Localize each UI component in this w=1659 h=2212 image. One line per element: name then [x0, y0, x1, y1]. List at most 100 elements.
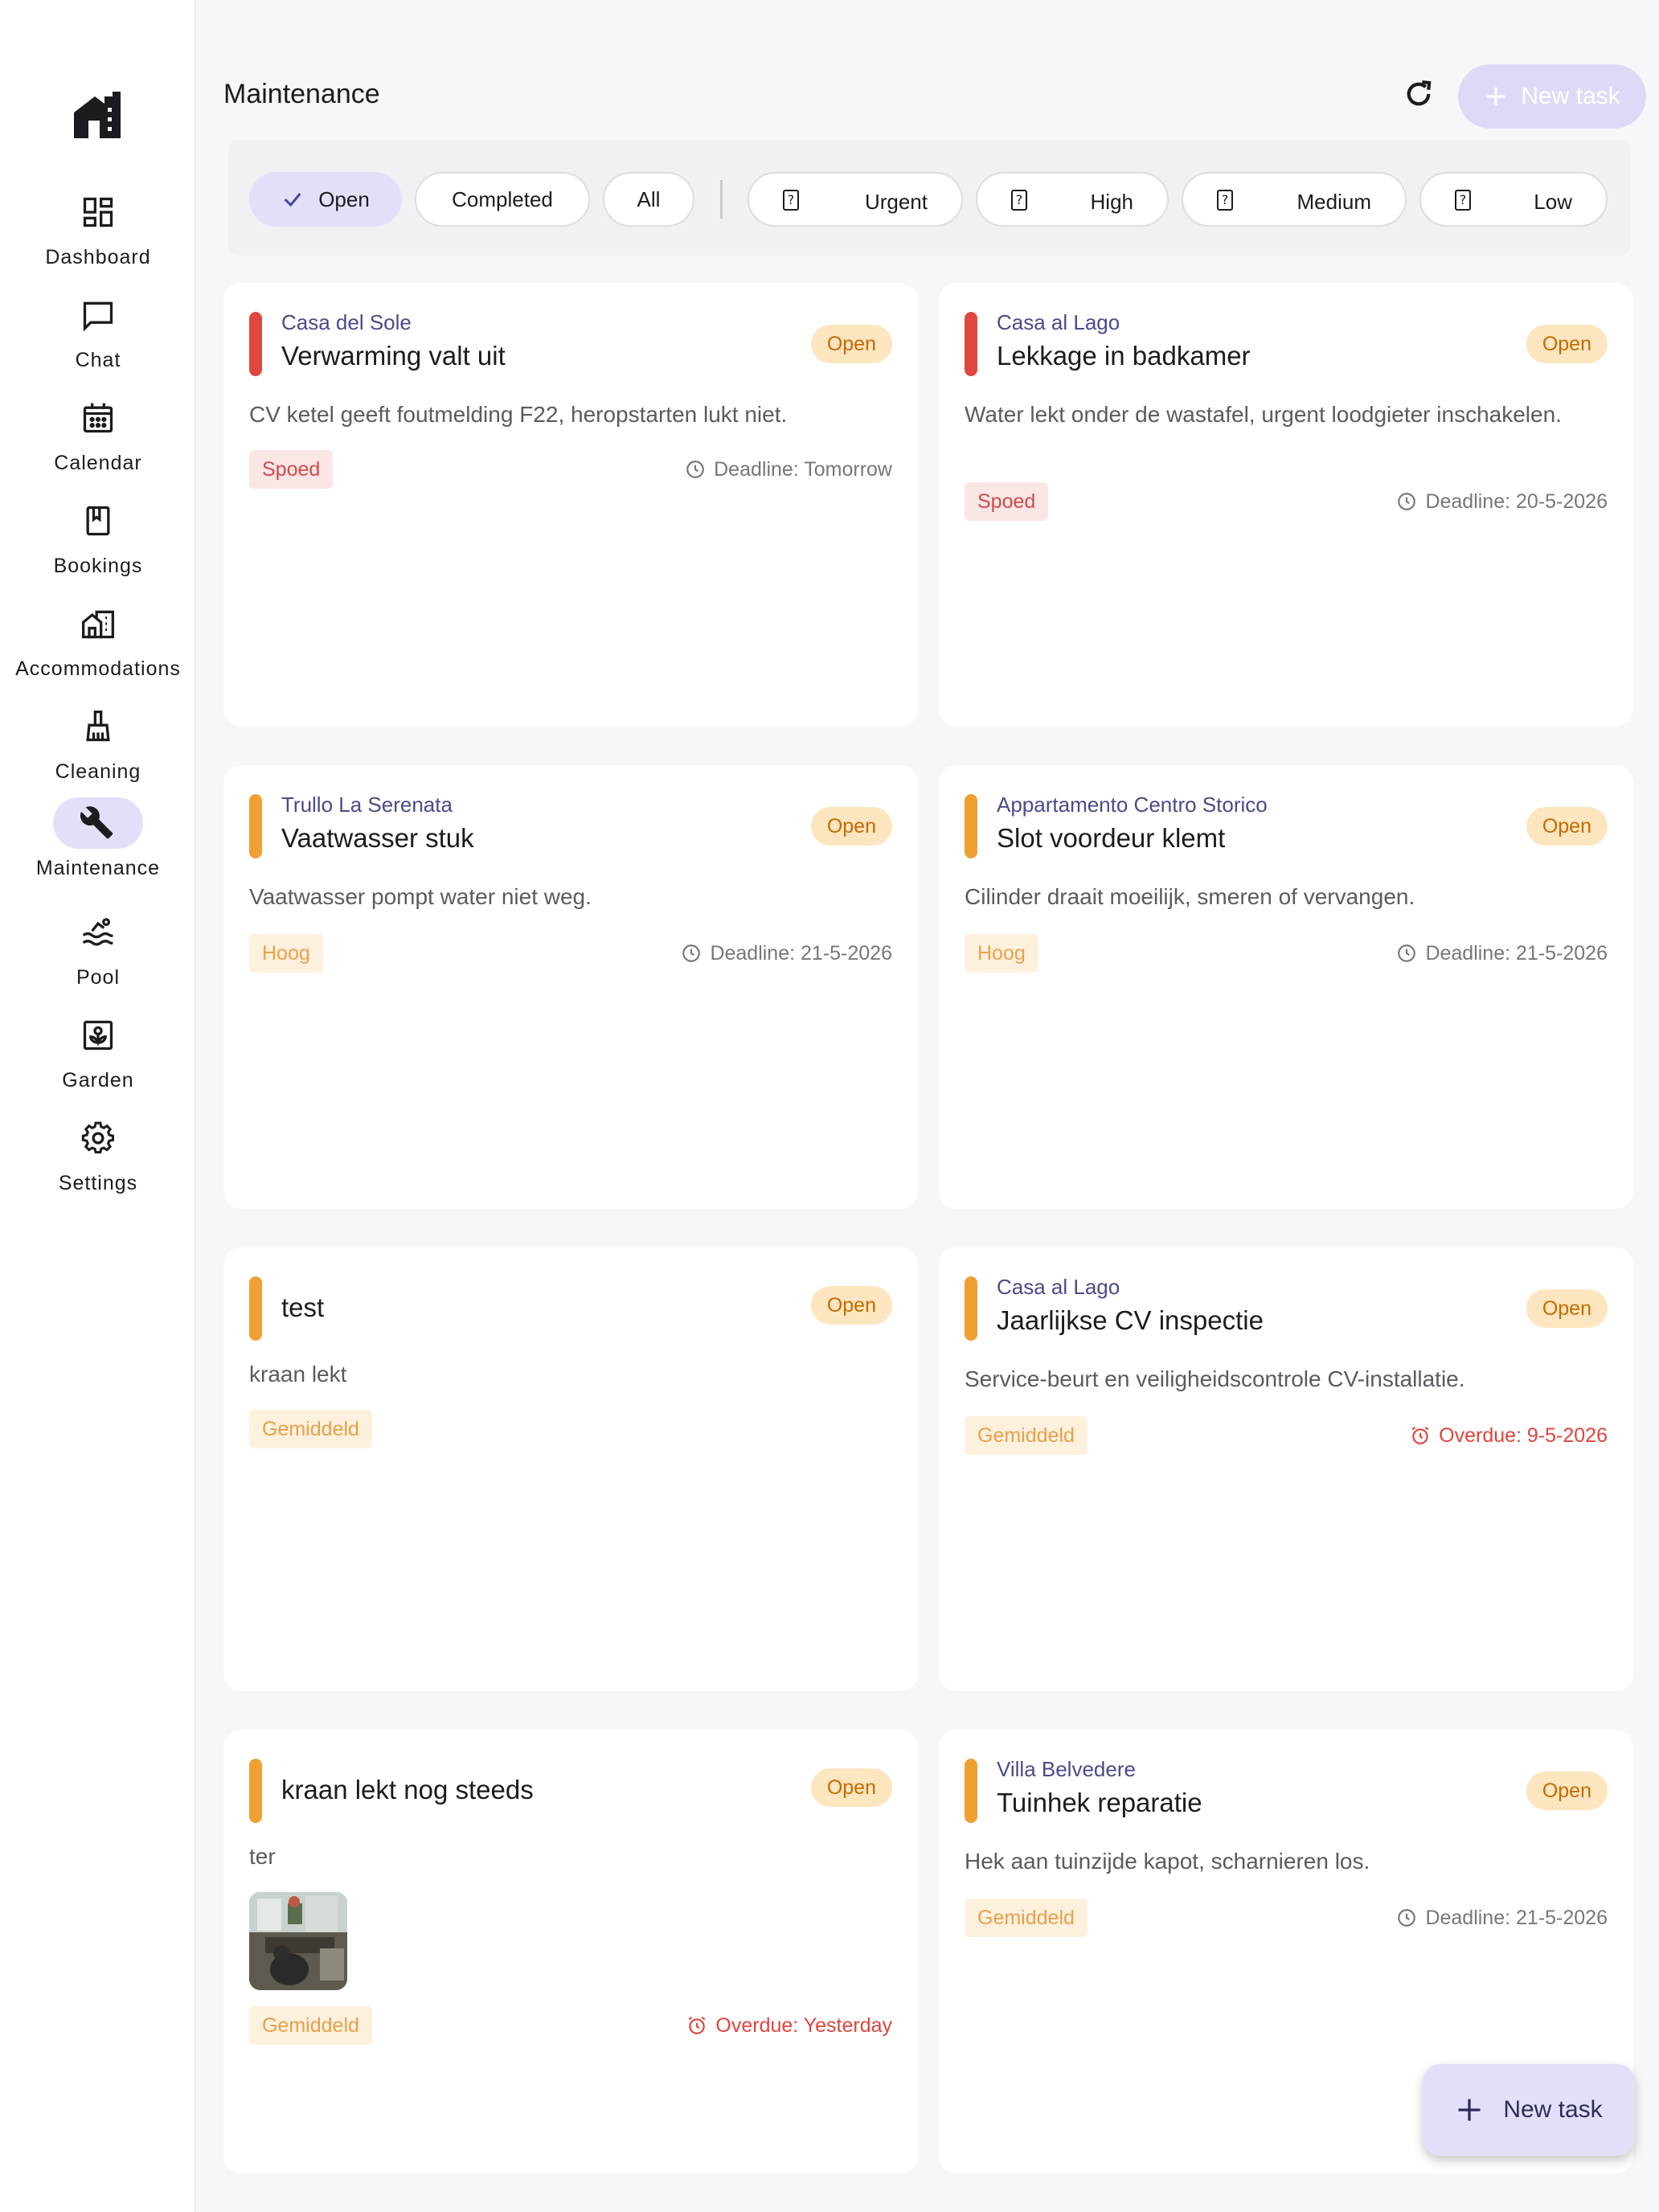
fab-label: New task [1503, 2096, 1603, 2123]
status-badge: Open [810, 1286, 892, 1325]
task-location: Casa al Lago [997, 310, 1120, 334]
priority-badge: Spoed [965, 482, 1049, 521]
accommodations-icon [53, 598, 143, 649]
missing-glyph-icon: ? [783, 190, 799, 211]
clock-icon [1398, 1909, 1416, 1927]
deadline-text: Overdue: 9-5-2026 [1439, 1423, 1608, 1447]
sidebar-item-chat[interactable]: Chat [0, 289, 196, 384]
sidebar-item-maintenance[interactable]: Maintenance [0, 797, 196, 892]
sidebar-item-calendar[interactable]: Calendar [0, 392, 196, 487]
sidebar: Dashboard Chat Calendar Bookings Accommo… [0, 0, 196, 2212]
filter-chip-all[interactable]: All [603, 172, 694, 227]
task-description: Vaatwasser pompt water niet weg. [249, 884, 592, 909]
status-badge: Open [810, 807, 892, 846]
missing-glyph-icon: ? [1217, 190, 1233, 211]
missing-glyph-icon: ? [1011, 190, 1027, 211]
filter-chip-urgent[interactable]: ? Urgent [748, 172, 963, 227]
sidebar-item-accommodations[interactable]: Accommodations [0, 598, 196, 693]
priority-stripe [965, 1276, 977, 1341]
sidebar-item-label: Settings [58, 1172, 138, 1194]
chip-label: Low [1534, 190, 1572, 214]
filter-chip-high[interactable]: ? High [976, 172, 1169, 227]
task-photo-thumbnail[interactable] [249, 1892, 347, 1990]
filter-chip-completed[interactable]: Completed [415, 172, 590, 227]
new-task-fab[interactable]: New task [1423, 2064, 1635, 2156]
task-card[interactable]: Trullo La Serenata Vaatwasser stuk Open … [223, 765, 918, 1209]
task-card[interactable]: Appartamento Centro Storico Slot voordeu… [939, 765, 1633, 1209]
task-card[interactable]: Casa del Sole Verwarming valt uit Open C… [223, 283, 918, 727]
task-title: test [281, 1292, 325, 1322]
refresh-button[interactable] [1399, 74, 1439, 114]
wrench-icon [53, 797, 143, 849]
new-task-button[interactable]: New task [1458, 64, 1646, 129]
deadline-text: Deadline: 21-5-2026 [1425, 941, 1608, 965]
sidebar-item-label: Accommodations [15, 657, 181, 680]
priority-stripe [249, 1276, 262, 1341]
task-description: kraan lekt [249, 1362, 347, 1387]
garden-icon [53, 1010, 143, 1061]
priority-stripe [965, 794, 977, 858]
task-location: Appartamento Centro Storico [997, 793, 1268, 817]
clock-icon [682, 944, 701, 962]
status-badge: Open [1526, 1289, 1608, 1328]
filter-chip-medium[interactable]: ? Medium [1182, 172, 1407, 227]
priority-badge: Spoed [249, 450, 334, 489]
task-card[interactable]: Casa al Lago Jaarlijkse CV inspectie Ope… [939, 1247, 1633, 1691]
priority-badge: Gemiddeld [965, 1416, 1088, 1455]
plus-icon [1487, 87, 1505, 106]
sidebar-item-label: Dashboard [45, 246, 151, 268]
task-deadline: Deadline: Tomorrow [685, 450, 892, 489]
cleaning-icon [53, 701, 143, 752]
task-title: Tuinhek reparatie [997, 1788, 1202, 1817]
filter-chip-open[interactable]: Open [249, 172, 402, 227]
missing-glyph-icon: ? [1455, 190, 1471, 211]
task-description: CV ketel geeft foutmelding F22, heropsta… [249, 402, 788, 427]
alarm-icon [1411, 1426, 1429, 1444]
status-badge: Open [810, 1768, 892, 1807]
sidebar-item-dashboard[interactable]: Dashboard [0, 186, 196, 281]
bookings-icon [53, 495, 143, 547]
task-deadline: Overdue: 9-5-2026 [1410, 1416, 1608, 1455]
status-badge: Open [810, 325, 892, 363]
new-task-label: New task [1521, 83, 1620, 109]
sidebar-item-label: Chat [75, 349, 121, 371]
pool-icon [53, 907, 143, 958]
task-description: Hek aan tuinzijde kapot, scharnieren los… [965, 1849, 1370, 1874]
task-title: kraan lekt nog steeds [281, 1775, 534, 1804]
sidebar-item-label: Garden [62, 1069, 134, 1092]
clock-icon [686, 461, 704, 478]
sidebar-item-bookings[interactable]: Bookings [0, 495, 196, 590]
deadline-text: Deadline: 20-5-2026 [1425, 490, 1608, 513]
task-card[interactable]: kraan lekt nog steeds Open ter Gemiddeld… [223, 1730, 918, 2173]
alarm-icon [688, 2016, 706, 2034]
chip-label: Medium [1296, 190, 1371, 214]
sidebar-item-cleaning[interactable]: Cleaning [0, 701, 196, 796]
sidebar-item-pool[interactable]: Pool [0, 907, 196, 1002]
task-description: Cilinder draait moeilijk, smeren of verv… [965, 884, 1415, 909]
sidebar-item-garden[interactable]: Garden [0, 1010, 196, 1104]
priority-badge: Gemiddeld [249, 1410, 372, 1448]
task-card[interactable]: test Open kraan lekt Gemiddeld [223, 1247, 918, 1691]
dashboard-icon [53, 186, 143, 238]
photo-image [249, 1892, 347, 1990]
priority-badge: Gemiddeld [965, 1899, 1088, 1937]
task-card[interactable]: Casa al Lago Lekkage in badkamer Open Wa… [939, 283, 1633, 727]
task-deadline: Deadline: 21-5-2026 [681, 934, 892, 973]
task-deadline: Overdue: Yesterday [686, 2006, 892, 2045]
filter-chip-low[interactable]: ? Low [1419, 172, 1608, 227]
task-location: Villa Belvedere [997, 1757, 1136, 1781]
task-title: Jaarlijkse CV inspectie [997, 1305, 1264, 1335]
task-location: Trullo La Serenata [281, 793, 453, 817]
priority-stripe [965, 312, 977, 376]
sidebar-item-label: Maintenance [35, 857, 161, 879]
gear-icon [53, 1112, 143, 1164]
task-title: Lekkage in badkamer [997, 341, 1251, 371]
chat-icon [53, 289, 143, 341]
filter-divider [720, 180, 723, 219]
sidebar-item-label: Bookings [53, 555, 143, 577]
task-deadline: Deadline: 21-5-2026 [1396, 934, 1608, 973]
sidebar-item-settings[interactable]: Settings [0, 1112, 196, 1207]
priority-badge: Gemiddeld [249, 2006, 372, 2045]
priority-badge: Hoog [965, 934, 1038, 973]
deadline-text: Deadline: Tomorrow [714, 457, 892, 481]
